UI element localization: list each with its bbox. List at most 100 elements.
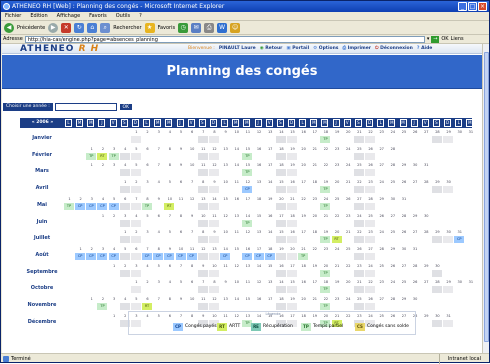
messenger-icon[interactable]: ☺ [230,22,241,33]
day-cell[interactable] [220,236,230,243]
day-cell[interactable] [254,286,264,293]
weekend-cell[interactable] [365,269,376,277]
weekend-cell[interactable] [275,136,286,143]
day-cell[interactable] [421,286,431,293]
day-cell[interactable] [265,186,275,193]
day-cell[interactable] [153,236,163,243]
day-cell[interactable] [399,169,409,176]
absence-cell[interactable]: TP [320,186,331,194]
day-cell[interactable] [231,186,241,193]
weekend-cell[interactable] [130,303,141,310]
refresh-icon[interactable]: ↻ [74,22,85,33]
weekend-cell[interactable] [275,236,286,244]
day-cell[interactable] [410,220,420,227]
day-cell[interactable] [254,153,264,160]
day-cell[interactable] [410,303,420,310]
weekend-cell[interactable] [287,186,297,194]
weekend-cell[interactable] [353,219,364,227]
weekend-cell[interactable] [119,202,130,210]
day-cell[interactable] [265,153,275,160]
day-cell[interactable] [399,286,409,293]
weekend-cell[interactable] [365,136,376,143]
absence-cell[interactable]: TP [242,169,253,177]
day-cell[interactable] [220,169,230,176]
day-cell[interactable] [332,203,342,210]
weekend-cell[interactable] [130,252,141,260]
day-cell[interactable] [176,203,186,210]
weekend-cell[interactable] [208,269,219,277]
day-cell[interactable] [231,169,241,176]
absence-cell[interactable]: TP [242,152,253,160]
weekend-cell[interactable] [275,202,286,210]
day-cell[interactable] [220,303,230,310]
day-cell[interactable] [376,236,386,243]
day-cell[interactable] [254,220,264,227]
day-cell[interactable] [387,220,397,227]
day-cell[interactable] [454,286,464,293]
menu-item[interactable]: Edition [30,12,47,20]
weekend-cell[interactable] [119,219,130,227]
day-cell[interactable] [164,303,174,310]
day-cell[interactable] [387,186,397,193]
day-cell[interactable] [176,236,186,243]
weekend-cell[interactable] [197,202,208,210]
day-cell[interactable] [298,236,308,243]
weekend-cell[interactable] [197,303,208,310]
day-cell[interactable] [343,186,353,193]
day-cell[interactable] [187,153,197,160]
day-cell[interactable] [454,136,464,143]
day-cell[interactable] [399,203,409,210]
day-cell[interactable] [187,203,197,210]
weekend-cell[interactable] [275,303,286,310]
absence-cell[interactable]: TP [320,303,331,310]
day-cell[interactable] [421,270,431,277]
day-cell[interactable] [187,136,197,143]
weekend-cell[interactable] [197,186,208,194]
day-cell[interactable] [176,169,186,176]
close-button[interactable]: × [478,2,487,11]
day-cell[interactable] [387,253,397,260]
day-cell[interactable] [387,136,397,143]
absence-cell[interactable]: CP [142,252,153,260]
day-cell[interactable] [399,136,409,143]
day-cell[interactable] [142,153,152,160]
day-cell[interactable] [176,220,186,227]
day-cell[interactable] [343,203,353,210]
absence-cell[interactable]: CP [175,252,186,260]
weekend-cell[interactable] [275,219,286,227]
day-cell[interactable] [387,303,397,310]
day-cell[interactable] [176,286,186,293]
day-cell[interactable] [142,136,152,143]
absence-cell[interactable]: TP [320,202,331,210]
day-cell[interactable] [265,286,275,293]
day-cell[interactable] [343,220,353,227]
year-ok-button[interactable]: OK [118,102,133,111]
day-cell[interactable] [109,220,119,227]
absence-cell[interactable]: RT [164,202,175,210]
day-cell[interactable] [86,169,96,176]
day-cell[interactable] [153,136,163,143]
day-cell[interactable] [254,203,264,210]
nav-retour[interactable]: ◉ Retour [260,45,283,53]
day-cell[interactable] [298,203,308,210]
weekend-cell[interactable] [287,169,297,177]
weekend-cell[interactable] [287,286,297,294]
absence-cell[interactable]: CP [86,202,97,210]
day-cell[interactable] [343,286,353,293]
print-icon[interactable]: ⎙ [204,22,215,33]
day-cell[interactable] [332,220,342,227]
day-cell[interactable] [376,169,386,176]
day-cell[interactable] [153,303,163,310]
back-icon[interactable]: ◀ [4,22,14,33]
day-cell[interactable] [309,203,319,210]
weekend-cell[interactable] [275,252,286,260]
day-cell[interactable] [298,220,308,227]
weekend-cell[interactable] [365,152,376,160]
day-cell[interactable] [220,220,230,227]
scroll-thumb[interactable] [484,52,489,342]
day-cell[interactable] [242,236,252,243]
absence-cell[interactable]: RT [331,236,342,244]
day-cell[interactable] [343,136,353,143]
day-cell[interactable] [153,286,163,293]
absence-cell[interactable]: TP [320,269,331,277]
